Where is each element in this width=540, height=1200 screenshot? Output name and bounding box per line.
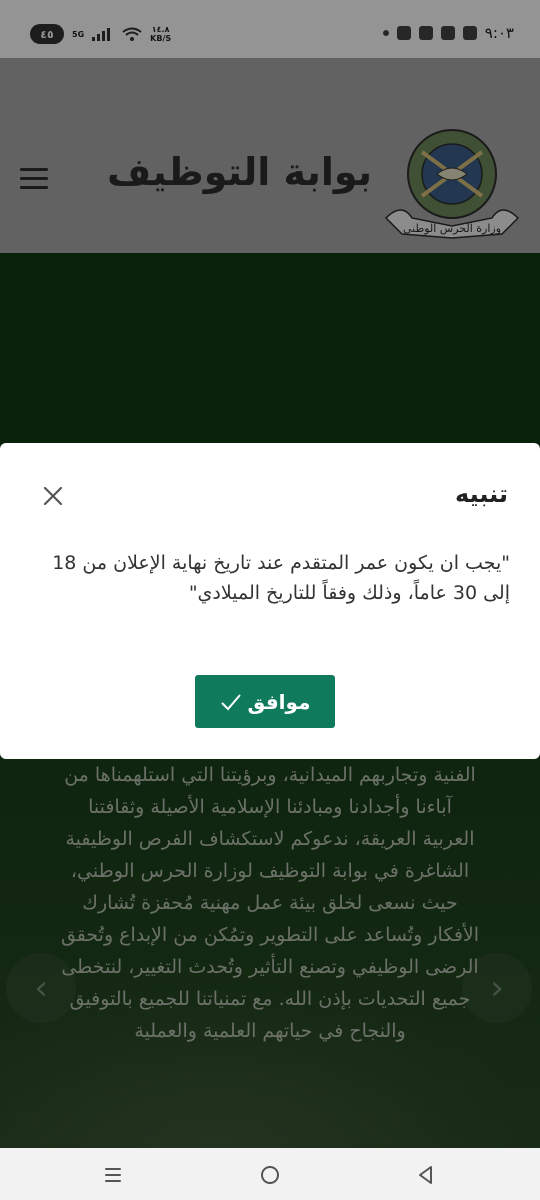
dialog-message: "يجب ان يكون عمر المتقدم عند تاريخ نهاية… (52, 552, 510, 604)
dialog-title: تنبيه (455, 480, 508, 508)
close-icon[interactable] (40, 483, 66, 509)
system-nav-bar (0, 1148, 540, 1200)
checkmark-icon (220, 693, 241, 710)
recent-apps-icon[interactable] (100, 1162, 126, 1188)
home-icon[interactable] (257, 1162, 283, 1188)
ok-button[interactable]: موافق (195, 675, 335, 728)
back-icon[interactable] (412, 1162, 438, 1188)
ok-label: موافق (247, 689, 311, 714)
